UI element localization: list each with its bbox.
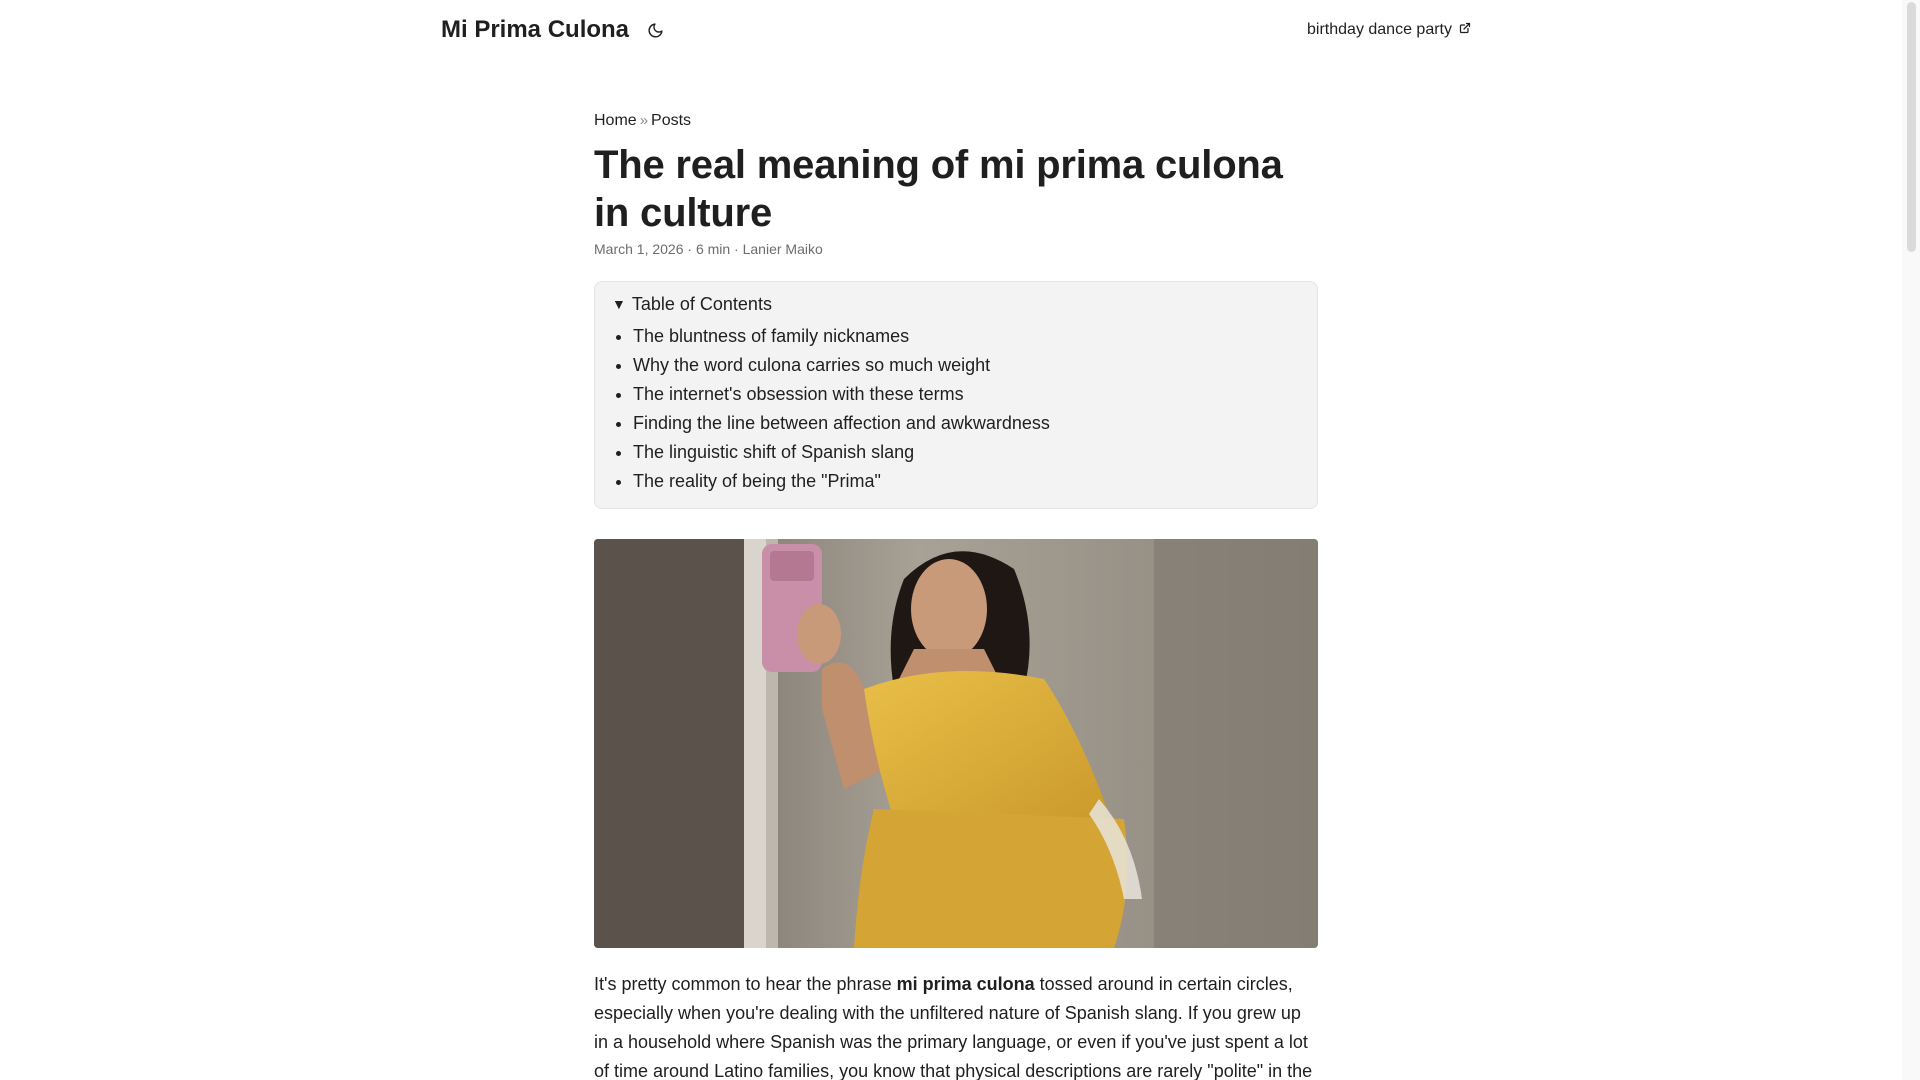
menu-link-birthday-dance-party[interactable]: birthday dance party xyxy=(1307,19,1471,41)
toc-item: The linguistic shift of Spanish slang xyxy=(633,438,1300,467)
menu-link-label: birthday dance party xyxy=(1307,21,1452,38)
triangle-down-icon: ▼ xyxy=(612,296,626,312)
external-link-icon xyxy=(1459,19,1471,41)
breadcrumb-posts[interactable]: Posts xyxy=(651,112,691,129)
moon-icon[interactable] xyxy=(643,18,667,42)
breadcrumb-home[interactable]: Home xyxy=(594,112,637,129)
site-logo[interactable]: Mi Prima Culona xyxy=(441,15,629,45)
toc-item: The internet's obsession with these term… xyxy=(633,380,1300,409)
toc-link[interactable]: The bluntness of family nicknames xyxy=(633,326,909,346)
toc-link[interactable]: Finding the line between affection and a… xyxy=(633,413,1050,433)
site-header: Mi Prima Culona birthday dance party xyxy=(441,0,1471,60)
post-intro-paragraph: It's pretty common to hear the phrase mi… xyxy=(594,970,1318,1080)
post-meta: March 1, 2026 · 6 min · Lanier Maiko xyxy=(594,241,823,257)
cover-image xyxy=(594,539,1318,948)
toc-link[interactable]: The internet's obsession with these term… xyxy=(633,384,964,404)
toc-link[interactable]: Why the word culona carries so much weig… xyxy=(633,355,990,375)
toc-item: The bluntness of family nicknames xyxy=(633,322,1300,351)
toc-summary-label: Table of Contents xyxy=(631,294,772,314)
breadcrumb-separator: » xyxy=(639,112,649,129)
toc-list: The bluntness of family nicknames Why th… xyxy=(612,322,1300,496)
post-title: The real meaning of mi prima culona in c… xyxy=(594,143,1283,235)
toc-item: Finding the line between affection and a… xyxy=(633,409,1300,438)
toc-link[interactable]: The linguistic shift of Spanish slang xyxy=(633,442,914,462)
breadcrumb: Home» Posts xyxy=(594,108,1318,133)
scrollbar-thumb[interactable] xyxy=(1907,2,1916,252)
table-of-contents: ▼ Table of Contents The bluntness of fam… xyxy=(594,281,1318,509)
toc-item: The reality of being the "Prima" xyxy=(633,467,1300,496)
toc-toggle[interactable]: ▼ Table of Contents xyxy=(612,292,1300,316)
intro-text-start: It's pretty common to hear the phrase xyxy=(594,974,897,994)
toc-link[interactable]: The reality of being the "Prima" xyxy=(633,471,881,491)
vertical-scrollbar[interactable] xyxy=(1902,0,1920,1080)
intro-bold-phrase: mi prima culona xyxy=(896,974,1035,994)
toc-item: Why the word culona carries so much weig… xyxy=(633,351,1300,380)
post-main: Home» Posts The real meaning of mi prima … xyxy=(594,108,1318,1080)
